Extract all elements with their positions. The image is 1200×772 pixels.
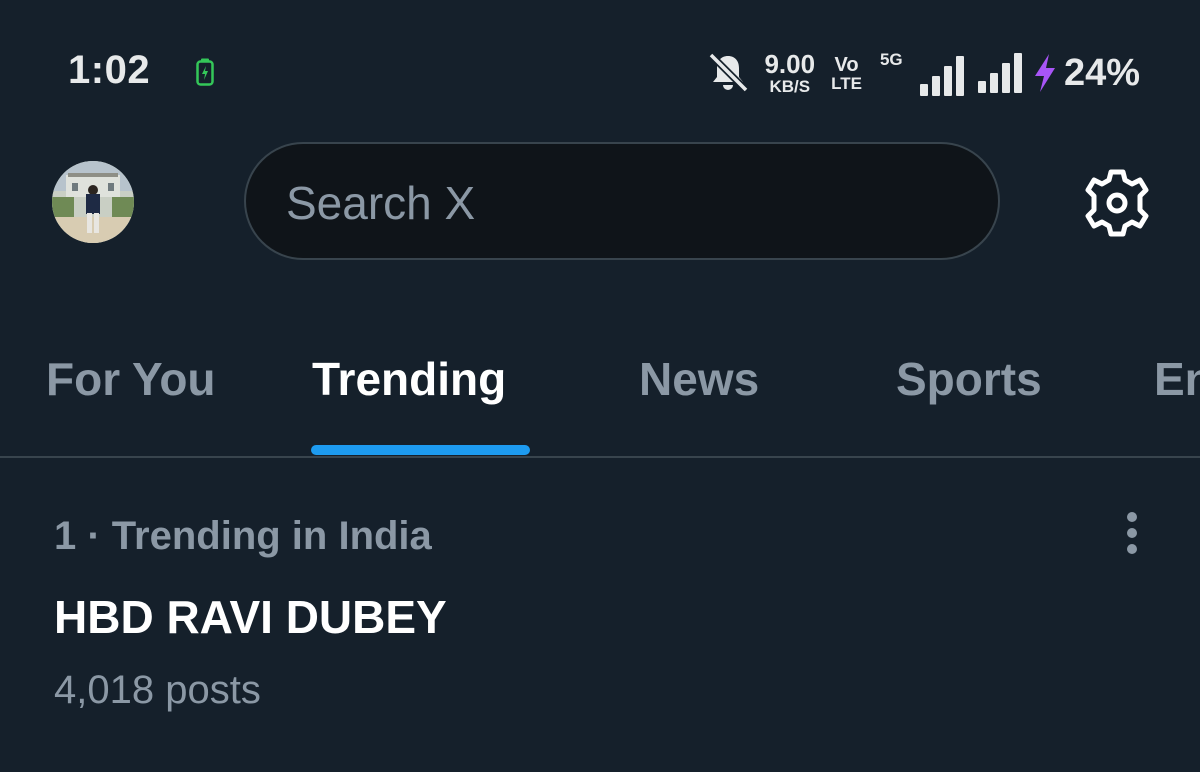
- volte-bottom: LTE: [831, 73, 862, 93]
- tab-trending[interactable]: Trending: [312, 352, 506, 406]
- signal-icon: [977, 53, 1022, 93]
- more-options-icon[interactable]: [1112, 508, 1152, 558]
- tab-sports[interactable]: Sports: [896, 352, 1042, 406]
- battery-charging-icon: [196, 58, 214, 86]
- charging-bolt-icon: [1034, 54, 1055, 92]
- tab-news[interactable]: News: [639, 352, 759, 406]
- clock: 1:02: [68, 48, 151, 92]
- explore-screen: 1:02 9.00 KB/S Vo LTE 5G 24% Search X Fo…: [0, 0, 1200, 772]
- network-speed-value: 9.00: [764, 49, 816, 79]
- volte-indicator: Vo LTE: [831, 55, 862, 92]
- active-tab-indicator: [311, 445, 530, 455]
- trend-item[interactable]: 1 · Trending in India HBD RAVI DUBEY 4,0…: [0, 460, 1200, 772]
- signal-5g: 5G: [880, 50, 964, 96]
- status-bar: 1:02 9.00 KB/S Vo LTE 5G 24%: [0, 0, 1200, 140]
- search-placeholder: Search X: [286, 177, 476, 229]
- gear-icon[interactable]: [1080, 166, 1154, 240]
- status-indicators: 9.00 KB/S Vo LTE 5G 24%: [706, 48, 1140, 98]
- volte-top: Vo: [834, 53, 859, 76]
- search-input[interactable]: Search X: [244, 142, 1000, 260]
- explore-tabs: For You Trending News Sports En: [0, 330, 1200, 458]
- network-type-label: 5G: [879, 50, 903, 69]
- avatar[interactable]: [52, 161, 134, 243]
- mute-icon: [708, 52, 749, 93]
- network-speed-unit: KB/S: [769, 77, 811, 96]
- tab-for-you[interactable]: For You: [46, 352, 216, 406]
- network-speed: 9.00 KB/S: [764, 51, 815, 95]
- battery-percent: 24%: [1063, 51, 1140, 94]
- tab-entertainment[interactable]: En: [1154, 352, 1200, 406]
- trend-post-count: 4,018 posts: [54, 668, 261, 712]
- trend-meta: 1 · Trending in India: [54, 514, 432, 558]
- trend-name[interactable]: HBD RAVI DUBEY: [54, 590, 447, 644]
- signal-icon: [919, 56, 964, 96]
- avatar-photo: [52, 161, 134, 243]
